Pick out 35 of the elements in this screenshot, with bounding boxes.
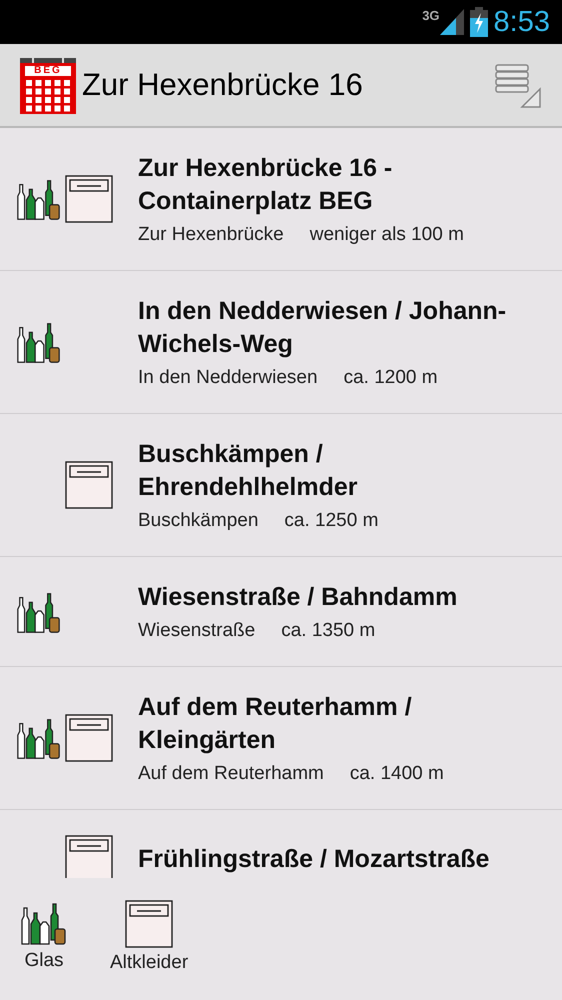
container-icon	[65, 175, 113, 223]
distance: ca. 1200 m	[344, 367, 438, 389]
location-title: Frühlingstraße / Mozartstraße	[138, 844, 490, 874]
location-row[interactable]: Buschkämpen / Ehrendehlhelmder Buschkämpen ca. 1250 m	[0, 414, 562, 557]
street-name: In den Nedderwiesen	[138, 367, 318, 389]
legend-label: Glas	[24, 950, 64, 972]
distance: ca. 1350 m	[281, 620, 376, 642]
location-title: Wiesenstraße / Bahndamm	[138, 582, 458, 613]
distance: weniger als 100 m	[310, 224, 464, 246]
street-name: Auf dem Reuterhamm	[138, 763, 324, 785]
container-icon	[65, 835, 113, 878]
location-row[interactable]: Zur Hexenbrücke 16 - Containerplatz BEG Zur Hexenbrücke weniger als 100 m	[0, 128, 562, 271]
location-title: Zur Hexenbrücke 16 - Containerplatz BEG	[138, 153, 394, 217]
legend-label: Altkleider	[110, 952, 188, 974]
calendar-logo-icon	[20, 56, 76, 114]
container-icon	[125, 900, 174, 948]
clock: 8:53	[494, 6, 550, 38]
street-name: Buschkämpen	[138, 510, 258, 532]
app-title: Zur Hexenbrücke 16	[82, 67, 364, 103]
logo-text: BEG	[33, 66, 63, 76]
location-title: Auf dem Reuterhamm / Kleingärten	[138, 692, 413, 756]
location-row[interactable]: In den Nedderwiesen / Johann-Wichels-Weg In den Nedderwiesen ca. 1200 m	[0, 271, 562, 414]
container-icon	[65, 461, 113, 509]
location-row[interactable]: Wiesenstraße / Bahndamm Wiesenstraße ca. 1350 m	[0, 557, 562, 667]
location-row[interactable]: Auf dem Reuterhamm / Kleingärten Auf dem Reuterhamm ca. 1400 m	[0, 667, 562, 810]
network-type: 3G	[422, 8, 440, 23]
street-name: Zur Hexenbrücke	[138, 224, 284, 246]
distance: ca. 1250 m	[284, 510, 378, 532]
location-title: In den Nedderwiesen / Johann-Wichels-Weg	[138, 296, 508, 360]
street-name: Wiesenstraße	[138, 620, 256, 642]
distance: ca. 1400 m	[350, 763, 444, 785]
signal-icon	[440, 9, 464, 35]
container-icon	[65, 714, 113, 762]
location-title: Buschkämpen / Ehrendehlhelmder	[138, 439, 358, 503]
battery-charging-icon	[470, 7, 488, 37]
